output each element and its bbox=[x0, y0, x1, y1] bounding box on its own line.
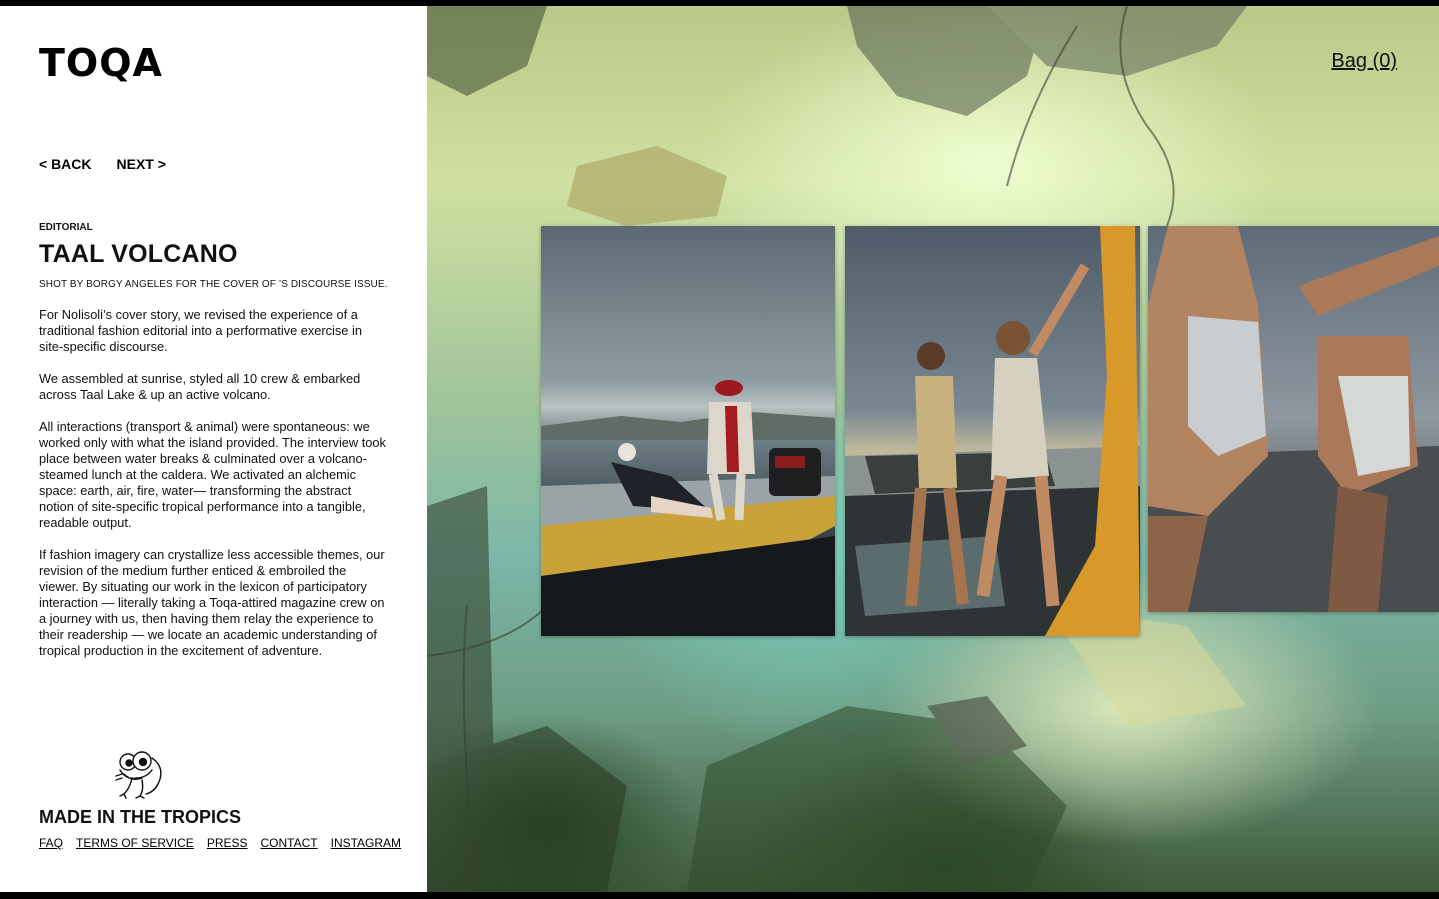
footer-link-contact[interactable]: CONTACT bbox=[261, 836, 318, 850]
footer-links: FAQ TERMS OF SERVICE PRESS CONTACT INSTA… bbox=[39, 836, 401, 850]
bag-link[interactable]: Bag (0) bbox=[1331, 50, 1397, 73]
footer-link-faq[interactable]: FAQ bbox=[39, 836, 63, 850]
footer-link-instagram[interactable]: INSTAGRAM bbox=[331, 836, 401, 850]
frog-mascot-icon bbox=[115, 751, 162, 799]
models-photo-image bbox=[845, 226, 1140, 636]
article-paragraph: For Nolisoli’s cover story, we revised t… bbox=[39, 307, 362, 354]
footer-link-terms[interactable]: TERMS OF SERVICE bbox=[76, 836, 194, 850]
back-link[interactable]: < BACK bbox=[39, 156, 92, 172]
article-credit: SHOT BY BORGY ANGELES FOR THE COVER OF ’… bbox=[39, 279, 388, 290]
toqa-logo[interactable]: TOQA bbox=[39, 44, 163, 82]
footer-tagline: MADE IN THE TROPICS bbox=[39, 807, 242, 827]
article-paragraph: All interactions (transport & animal) we… bbox=[39, 419, 386, 530]
next-link[interactable]: NEXT > bbox=[117, 156, 166, 172]
gallery-photo-boat[interactable] bbox=[541, 226, 835, 636]
footer-link-press[interactable]: PRESS bbox=[207, 836, 248, 850]
gallery-photo-models[interactable] bbox=[845, 226, 1140, 636]
article-paragraph: We assembled at sunrise, styled all 10 c… bbox=[39, 371, 361, 402]
dancers-photo-image bbox=[1148, 226, 1439, 612]
article-paragraph: If fashion imagery can crystallize less … bbox=[39, 547, 385, 658]
hero-background: Bag (0) bbox=[427, 6, 1439, 892]
article-tag: EDITORIAL bbox=[39, 222, 93, 233]
article-body: For Nolisoli’s cover story, we revised t… bbox=[39, 307, 389, 675]
boat-photo-image bbox=[541, 380, 835, 636]
page-frame: TOQA < BACK NEXT > EDITORIAL TAAL VOLCAN… bbox=[0, 6, 1439, 892]
gallery-photo-dancers[interactable] bbox=[1148, 226, 1439, 612]
article-title: TAAL VOLCANO bbox=[39, 240, 238, 268]
left-panel: TOQA < BACK NEXT > EDITORIAL TAAL VOLCAN… bbox=[0, 6, 427, 892]
article-nav: < BACK NEXT > bbox=[39, 156, 166, 172]
